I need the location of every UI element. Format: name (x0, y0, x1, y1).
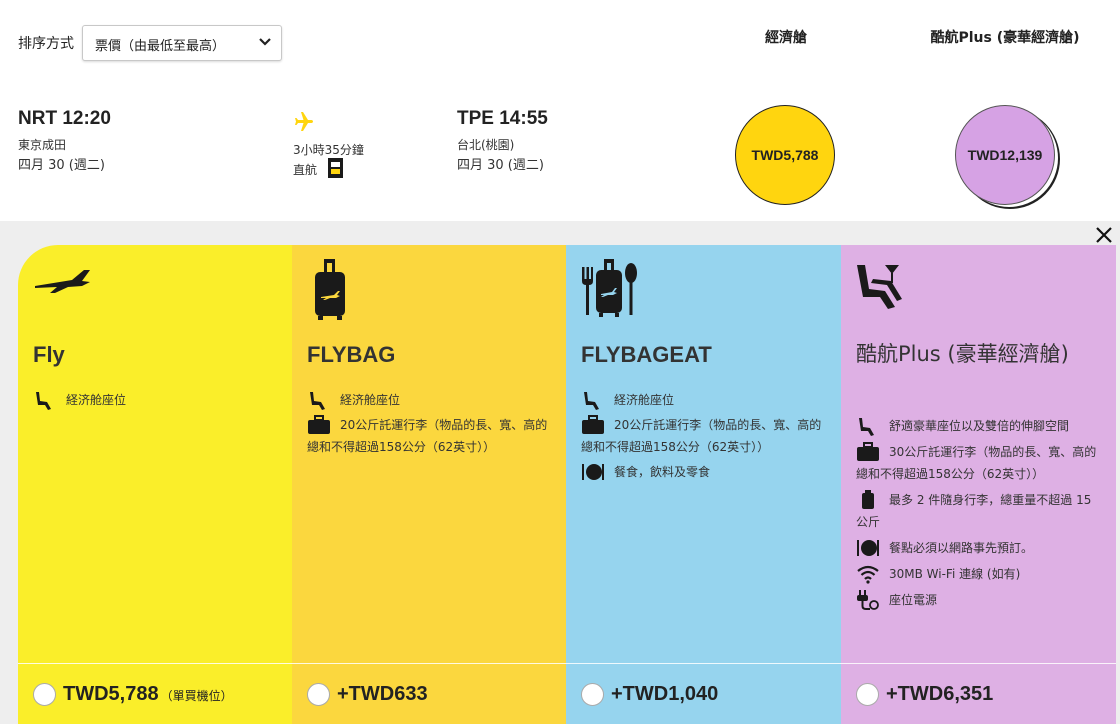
fare-name: FLYBAG (307, 342, 396, 367)
fare-features: 経济舱座位 20公斤託運行李（物品的長、寬、高的總和不得超過158公分（62英寸… (307, 389, 554, 461)
sort-selected-value: 票價（由最低至最高） (95, 39, 226, 54)
arrival-date: 四月 30 (週二) (457, 158, 544, 173)
luggage-icon (582, 415, 604, 434)
feature-item: 最多 2 件隨身行李，總重量不超過 15 公斤 (856, 489, 1104, 533)
fare-features: 経济舱座位 20公斤託運行李（物品的長、寬、高的總和不得超過158公分（62英寸… (581, 389, 829, 486)
luggage-icon (308, 415, 330, 434)
fare-price: TWD5,788 （單買機位） (63, 683, 233, 705)
meal-icon (582, 464, 604, 480)
departure-city: 東京成田 (18, 138, 67, 152)
fare-card-flybageat[interactable]: FLYBAGEAT 経济舱座位 20公斤託運行李（物品的長、寬、高的總和不得超過… (566, 245, 841, 724)
feature-item: 舒適豪華座位以及雙倍的伸腳空間 (856, 415, 1104, 437)
feature-item: 20公斤託運行李（物品的長、寬、高的總和不得超過158公分（62英寸）） (307, 414, 554, 458)
fare-radio-flybageat[interactable] (581, 683, 604, 706)
aircraft-info-icon[interactable] (328, 158, 343, 178)
arrival-time: TPE 14:55 (457, 108, 548, 129)
fare-features: 舒適豪華座位以及雙倍的伸腳空間 30公斤託運行李（物品的長、寬、高的總和不得超過… (856, 415, 1104, 615)
carry-on-bag-icon (862, 490, 874, 509)
feature-item: 座位電源 (856, 589, 1104, 611)
feature-item: 経济舱座位 (307, 389, 554, 411)
seat-icon (859, 418, 874, 436)
plus-price-bubble[interactable]: TWD12,139 (955, 105, 1055, 205)
close-icon[interactable] (1092, 223, 1116, 247)
feature-item: 経济舱座位 (581, 389, 829, 411)
seat-icon (36, 392, 51, 410)
fare-radio-fly[interactable] (33, 683, 56, 706)
fare-radio-flybag[interactable] (307, 683, 330, 706)
feature-item: 餐點必須以網路事先預訂。 (856, 537, 1104, 559)
fare-card-flybag[interactable]: FLYBAG 経济舱座位 20公斤託運行李（物品的長、寬、高的總和不得超過158… (292, 245, 566, 724)
fare-price: +TWD1,040 (611, 683, 719, 705)
fare-price: +TWD6,351 (886, 683, 994, 705)
seat-icon (310, 392, 325, 410)
fare-features: 経济舱座位 (33, 389, 280, 414)
airplane-icon (295, 112, 313, 131)
arrival-city: 台北(桃園) (457, 138, 515, 152)
suitcase-meal-icon (582, 259, 637, 317)
wifi-icon (857, 565, 879, 584)
fare-price: +TWD633 (337, 683, 428, 705)
seat-icon (584, 392, 599, 410)
fare-name: FLYBAGEAT (581, 342, 712, 367)
fare-name: 酷航Plus (豪華經濟艙) (856, 342, 1069, 366)
sort-label: 排序方式 (18, 36, 74, 52)
chevron-down-icon (259, 38, 271, 46)
fare-radio-scootplus[interactable] (856, 683, 879, 706)
fare-footer: +TWD633 (292, 663, 566, 724)
fare-footer: TWD5,788 （單買機位） (18, 663, 292, 724)
recliner-seat-icon (857, 265, 902, 309)
airplane-icon (35, 270, 90, 293)
departure-time: NRT 12:20 (18, 108, 111, 129)
feature-item: 30MB Wi-Fi 連線 (如有) (856, 563, 1104, 585)
feature-item: 餐食，飲料及零食 (581, 461, 829, 483)
column-header-economy: 經濟艙 (765, 30, 807, 46)
fare-card-scootplus[interactable]: 酷航Plus (豪華經濟艙) 舒適豪華座位以及雙倍的伸腳空間 30公斤託運行李（… (841, 245, 1116, 724)
meal-icon (857, 540, 879, 556)
feature-item: 20公斤託運行李（物品的長、寬、高的總和不得超過158公分（62英寸）） (581, 414, 829, 458)
luggage-icon (857, 442, 879, 461)
feature-item: 経济舱座位 (33, 389, 280, 411)
departure-date: 四月 30 (週二) (18, 158, 105, 173)
feature-item: 30公斤託運行李（物品的長、寬、高的總和不得超過158公分（62英寸）） (856, 441, 1104, 485)
fare-footer: +TWD1,040 (566, 663, 841, 724)
flight-duration: 3小時35分鐘 (293, 143, 364, 157)
fare-note: （單買機位） (160, 689, 233, 703)
fare-name: Fly (33, 342, 65, 367)
sort-select[interactable]: 票價（由最低至最高） (82, 25, 282, 61)
fare-footer: +TWD6,351 (841, 663, 1116, 724)
column-header-plus: 酷航Plus (豪華經濟艙) (930, 30, 1080, 46)
economy-price-bubble[interactable]: TWD5,788 (735, 105, 835, 205)
fare-options-panel: Fly 経济舱座位 TWD5,788 （單買機位） FLYBAG 経济舱座位 2… (0, 221, 1120, 724)
direct-flight-label: 直航 (293, 163, 318, 177)
suitcase-icon (315, 259, 345, 320)
power-plug-icon (857, 590, 879, 610)
fare-card-fly[interactable]: Fly 経济舱座位 TWD5,788 （單買機位） (18, 245, 292, 724)
